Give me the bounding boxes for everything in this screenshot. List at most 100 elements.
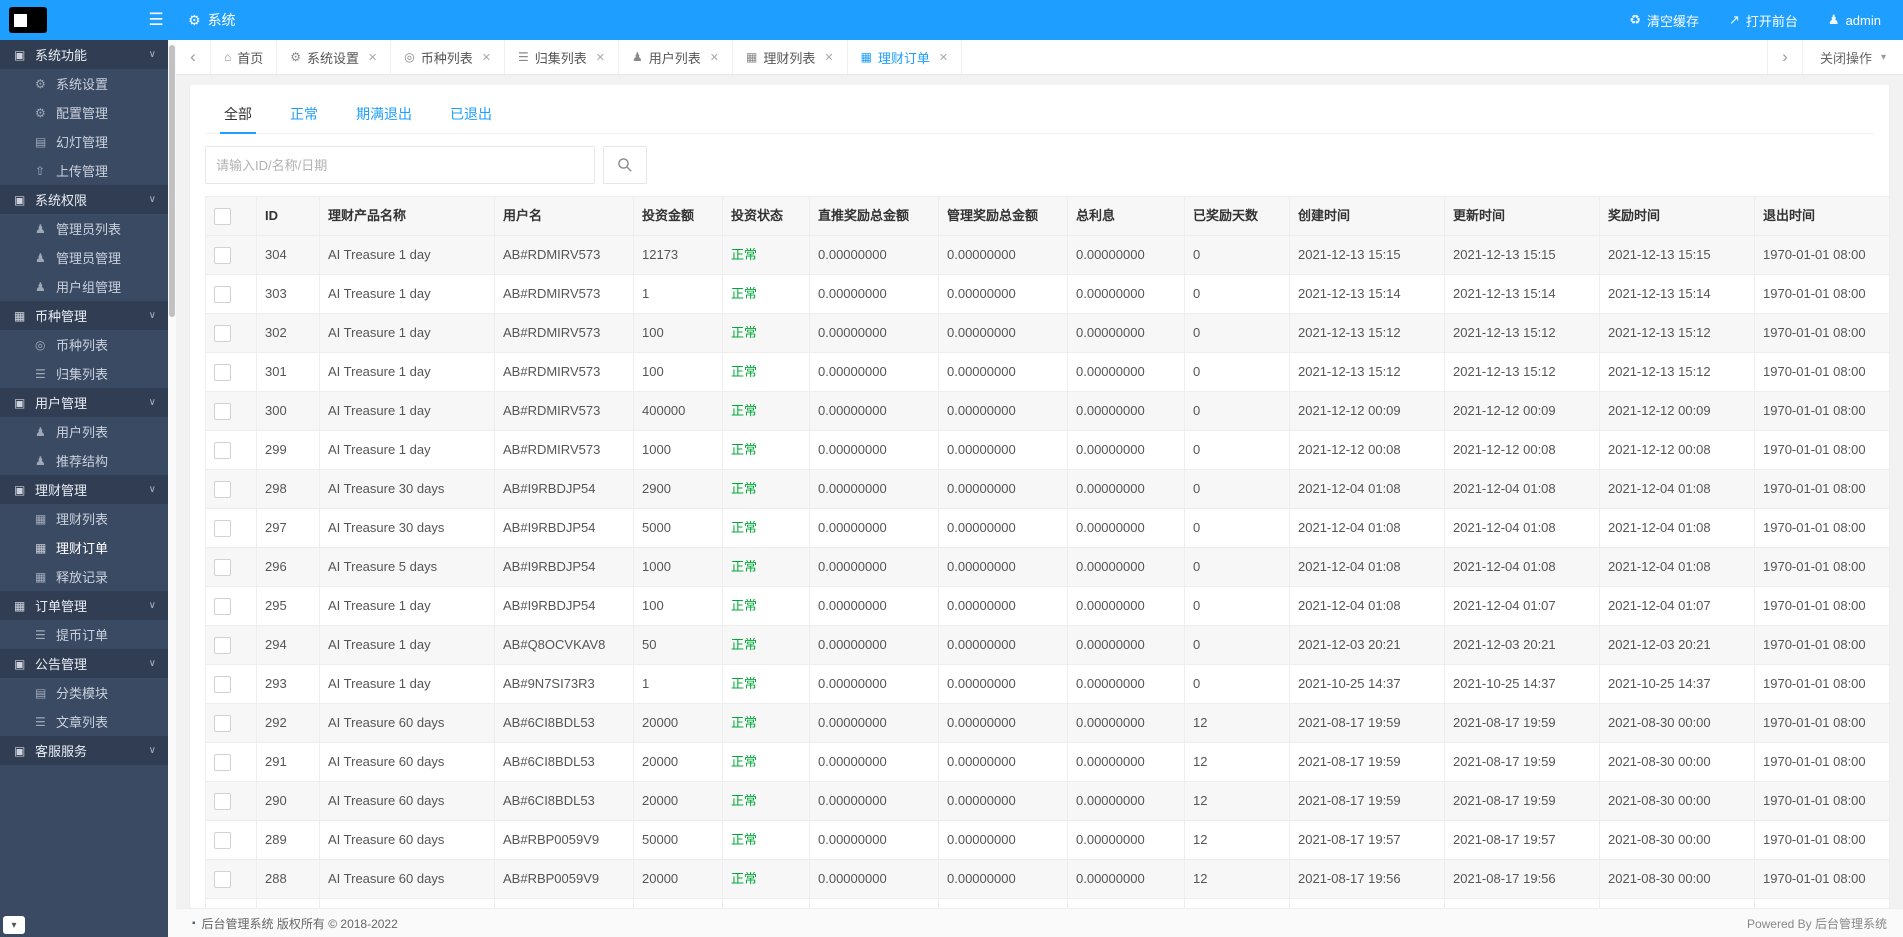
sidebar-section[interactable]: ▣ 系统权限 ∨ (0, 185, 168, 214)
table-cell: 0 (1184, 508, 1290, 548)
status-cell: 正常 (722, 313, 810, 353)
sidebar-item[interactable]: ▦ 理财列表 (0, 504, 168, 533)
row-checkbox[interactable] (214, 364, 231, 382)
row-checkbox[interactable] (214, 403, 231, 421)
table-cell: 2021-08-17 19:57 (1444, 820, 1600, 860)
sidebar-item[interactable]: ♟ 用户列表 (0, 417, 168, 446)
sidebar-item[interactable]: ▤ 分类模块 (0, 678, 168, 707)
tab-close-icon[interactable]: ✕ (596, 51, 605, 64)
bottom-left-caret[interactable]: ▾ (3, 916, 25, 934)
table-cell: 1970-01-01 08:00 (1754, 469, 1889, 509)
sidebar-item[interactable]: ♟ 管理员列表 (0, 214, 168, 243)
row-checkbox[interactable] (214, 871, 231, 889)
menu-item-icon: ▦ (35, 511, 47, 526)
tab-close-icon[interactable]: ✕ (824, 51, 833, 64)
tab-icon: ▦ (860, 50, 872, 64)
table-cell: 0.00000000 (938, 508, 1068, 548)
sidebar-item[interactable]: ⇧ 上传管理 (0, 156, 168, 185)
row-checkbox[interactable] (214, 832, 231, 850)
row-checkbox[interactable] (214, 520, 231, 538)
row-checkbox[interactable] (214, 793, 231, 811)
table-cell: 302 (256, 313, 320, 353)
page-tab[interactable]: ⌂ 首页 (211, 40, 278, 74)
row-checkbox[interactable] (214, 286, 231, 304)
sidebar-item[interactable]: ◎ 币种列表 (0, 330, 168, 359)
sidebar-section[interactable]: ▦ 币种管理 ∨ (0, 301, 168, 330)
sidebar-item[interactable]: ☰ 文章列表 (0, 707, 168, 736)
sidebar-scrollbar[interactable] (168, 40, 176, 937)
filter-tab[interactable]: 全部 (205, 95, 271, 134)
search-button[interactable] (603, 146, 647, 184)
sidebar-item-label: 币种列表 (56, 338, 109, 353)
status-cell: 正常 (722, 625, 810, 665)
sidebar-item[interactable]: ⚙ 系统设置 (0, 69, 168, 98)
page-tab[interactable]: ◎ 币种列表 ✕ (391, 40, 505, 74)
tabs-back-arrow[interactable]: ‹ (176, 40, 211, 74)
sidebar-item[interactable]: ▦ 释放记录 (0, 562, 168, 591)
table-cell: AB#RDMIRV573 (494, 235, 634, 275)
row-checkbox[interactable] (214, 559, 231, 577)
sidebar-item[interactable]: ⚙ 配置管理 (0, 98, 168, 127)
row-checkbox[interactable] (214, 598, 231, 616)
row-checkbox[interactable] (214, 442, 231, 460)
clear-cache-button[interactable]: ♻ 清空缓存 (1629, 11, 1699, 30)
sidebar-section[interactable]: ▣ 公告管理 ∨ (0, 649, 168, 678)
table-cell: 2021-08-17 19:59 (1289, 703, 1445, 743)
page-tab[interactable]: ▦ 理财订单 ✕ (848, 40, 963, 74)
search-input[interactable] (205, 146, 595, 184)
table-body: 304 AI Treasure 1 day AB#RDMIRV573 12173 正常 0… (205, 235, 1889, 908)
sidebar-section[interactable]: ▣ 理财管理 ∨ (0, 475, 168, 504)
page-tab[interactable]: ☰ 归集列表 ✕ (505, 40, 619, 74)
row-checkbox[interactable] (214, 325, 231, 343)
table-cell: 0 (1184, 586, 1290, 626)
table-cell: 2021-08-17 19:49 (1444, 898, 1600, 908)
page-tab[interactable]: ▦ 理财列表 ✕ (733, 40, 848, 74)
sidebar-item[interactable]: ☰ 归集列表 (0, 359, 168, 388)
tab-close-icon[interactable]: ✕ (710, 51, 719, 64)
sidebar-item[interactable]: ▦ 理财订单 (0, 533, 168, 562)
close-operations-dropdown[interactable]: 关闭操作 ▾ (1801, 40, 1903, 74)
tab-close-icon[interactable]: ✕ (368, 51, 377, 64)
sidebar-section[interactable]: ▣ 客服服务 ∨ (0, 736, 168, 765)
hamburger-icon[interactable]: ☰ (140, 0, 172, 40)
page-tab[interactable]: ♟ 用户列表 ✕ (619, 40, 733, 74)
row-checkbox[interactable] (214, 676, 231, 694)
column-header: 投资状态 (722, 196, 810, 236)
sidebar-section[interactable]: ▣ 系统功能 ∨ (0, 40, 168, 69)
filter-tab[interactable]: 正常 (271, 95, 337, 133)
sidebar-item[interactable]: ♟ 管理员管理 (0, 243, 168, 272)
table-cell: 0.00000000 (938, 235, 1068, 275)
sidebar-section[interactable]: ▣ 用户管理 ∨ (0, 388, 168, 417)
row-checkbox[interactable] (214, 637, 231, 655)
sidebar-section[interactable]: ▦ 订单管理 ∨ (0, 591, 168, 620)
menu-item-icon: ▦ (35, 540, 47, 555)
sidebar-item[interactable]: ♟ 推荐结构 (0, 446, 168, 475)
sidebar-item[interactable]: ▤ 幻灯管理 (0, 127, 168, 156)
admin-user-button[interactable]: ♟ admin (1828, 12, 1881, 28)
row-checkbox[interactable] (214, 247, 231, 265)
sidebar-item[interactable]: ☰ 提币订单 (0, 620, 168, 649)
page-tab[interactable]: ⚙ 系统设置 ✕ (277, 40, 392, 74)
table-cell: AI Treasure 1 day (319, 235, 495, 275)
filter-tab[interactable]: 期满退出 (337, 95, 431, 133)
sidebar-scrollbar-thumb[interactable] (169, 45, 175, 317)
table-cell: AI Treasure 60 days (319, 859, 495, 899)
tab-close-icon[interactable]: ✕ (939, 51, 948, 64)
open-frontend-button[interactable]: ↗ 打开前台 (1729, 11, 1798, 30)
row-checkbox[interactable] (214, 715, 231, 733)
clear-cache-icon: ♻ (1629, 12, 1641, 27)
menu-item-icon: ⇧ (35, 163, 46, 178)
row-checkbox[interactable] (214, 481, 231, 499)
row-checkbox[interactable] (214, 754, 231, 772)
tabs-forward-arrow[interactable]: › (1766, 40, 1802, 74)
sidebar-item-label: 归集列表 (56, 367, 109, 382)
select-all-checkbox[interactable] (214, 208, 231, 226)
filter-tab[interactable]: 已退出 (431, 95, 511, 133)
table-cell: AB#RDMIRV573 (494, 352, 634, 392)
column-header: 总利息 (1067, 196, 1185, 236)
table-cell: 296 (256, 547, 320, 587)
sidebar-item[interactable]: ♟ 用户组管理 (0, 272, 168, 301)
system-menu[interactable]: ⚙ 系统 (188, 10, 236, 30)
tab-close-icon[interactable]: ✕ (482, 51, 491, 64)
table-cell: AI Treasure 1 day (319, 352, 495, 392)
